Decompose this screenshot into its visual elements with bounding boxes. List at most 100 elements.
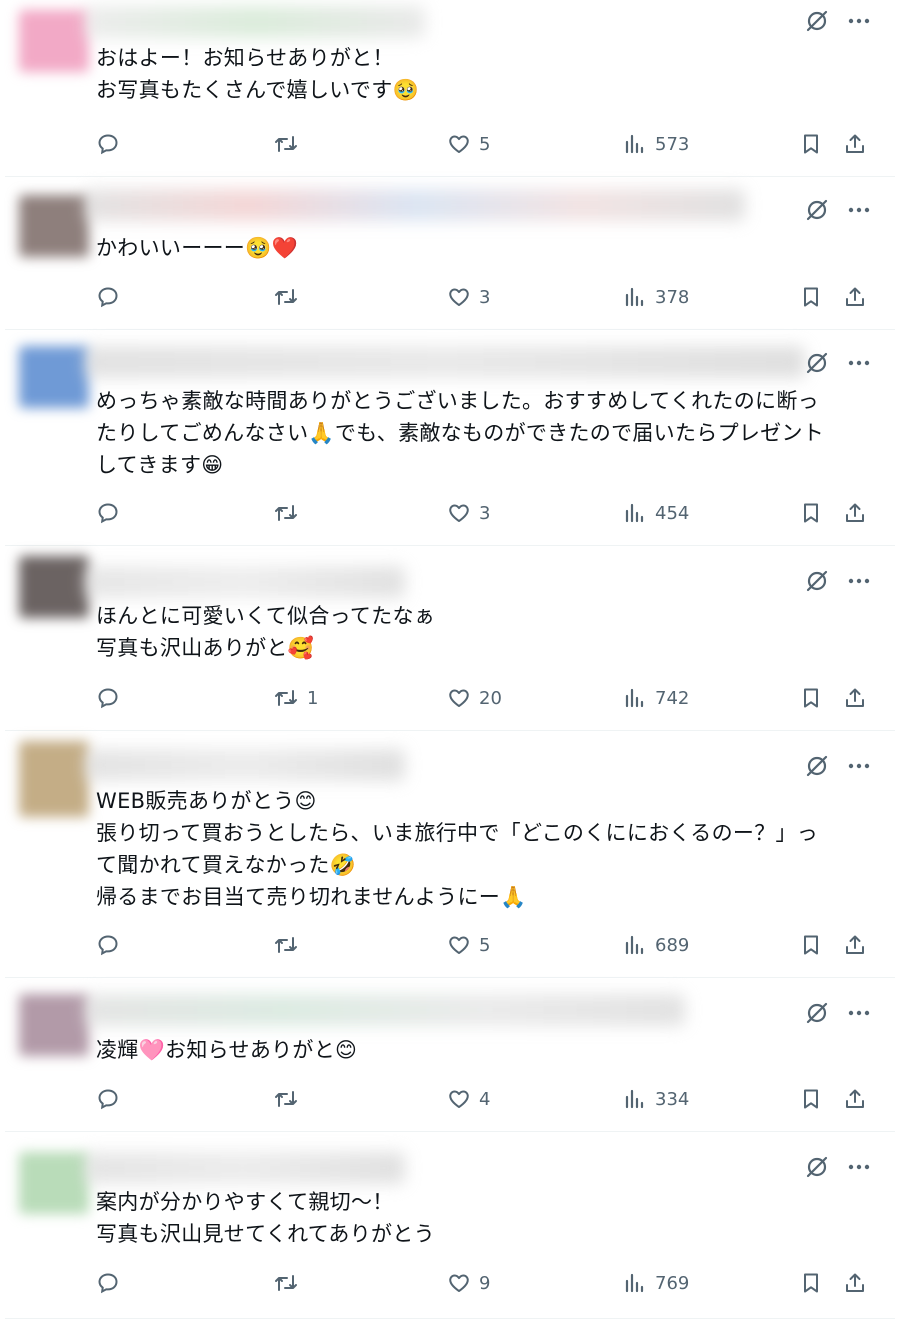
bookmark-button[interactable] bbox=[799, 498, 823, 528]
repost-icon bbox=[275, 1275, 297, 1291]
post-text: WEB販売ありがとう😊 張り切って買おうとしたら、いま旅行中で「どこのくににおく… bbox=[96, 789, 819, 909]
post[interactable]: めっちゃ素敵な時間ありがとうございました。おすすめしてくれたのに断っ たりしてご… bbox=[5, 330, 895, 546]
reply-button[interactable] bbox=[96, 1084, 128, 1114]
post-top-actions bbox=[804, 1000, 870, 1026]
share-button[interactable] bbox=[843, 1084, 867, 1114]
author-name-blurred[interactable] bbox=[85, 346, 805, 378]
share-button[interactable] bbox=[843, 1268, 867, 1298]
author-name-blurred[interactable] bbox=[85, 994, 685, 1026]
heart-icon bbox=[449, 689, 469, 707]
share-button[interactable] bbox=[843, 683, 867, 713]
grok-icon[interactable] bbox=[804, 753, 830, 779]
post[interactable]: おはよー！お知らせありがと！ お写真もたくさんで嬉しいです🥹 5 573 bbox=[5, 0, 895, 177]
repost-icon bbox=[275, 690, 297, 706]
more-icon[interactable] bbox=[848, 578, 870, 584]
bookmark-button[interactable] bbox=[799, 282, 823, 312]
views-button[interactable]: 689 bbox=[623, 930, 689, 960]
share-button[interactable] bbox=[843, 129, 867, 159]
author-name-blurred[interactable] bbox=[85, 566, 405, 598]
reply-feed: おはよー！お知らせありがと！ お写真もたくさんで嬉しいです🥹 5 573 かわい… bbox=[0, 0, 900, 1329]
share-icon bbox=[846, 935, 864, 954]
more-icon[interactable] bbox=[848, 207, 870, 213]
bookmark-button[interactable] bbox=[799, 129, 823, 159]
more-icon[interactable] bbox=[848, 763, 870, 769]
repost-icon bbox=[275, 505, 297, 521]
avatar[interactable] bbox=[19, 741, 89, 817]
post-text: 凌輝🩷お知らせありがと😊 bbox=[96, 1038, 358, 1062]
repost-button[interactable] bbox=[273, 498, 307, 528]
more-icon[interactable] bbox=[848, 1164, 870, 1170]
reply-icon bbox=[98, 1089, 118, 1110]
views-button[interactable]: 454 bbox=[623, 498, 689, 528]
author-name-blurred[interactable] bbox=[85, 189, 745, 221]
bookmark-button[interactable] bbox=[799, 1084, 823, 1114]
reply-button[interactable] bbox=[96, 129, 128, 159]
views-button[interactable]: 742 bbox=[623, 683, 689, 713]
more-icon[interactable] bbox=[848, 360, 870, 366]
author-name-blurred[interactable] bbox=[85, 6, 425, 38]
like-button[interactable]: 5 bbox=[447, 129, 490, 159]
views-button[interactable]: 769 bbox=[623, 1268, 689, 1298]
grok-icon[interactable] bbox=[804, 197, 830, 223]
repost-button[interactable] bbox=[273, 1084, 307, 1114]
views-icon bbox=[625, 1089, 644, 1109]
heart-icon bbox=[449, 288, 469, 306]
avatar[interactable] bbox=[19, 994, 89, 1056]
share-button[interactable] bbox=[843, 498, 867, 528]
grok-icon[interactable] bbox=[804, 568, 830, 594]
more-icon[interactable] bbox=[848, 1010, 870, 1016]
like-button[interactable]: 4 bbox=[447, 1084, 490, 1114]
reply-button[interactable] bbox=[96, 683, 128, 713]
post[interactable]: WEB販売ありがとう😊 張り切って買おうとしたら、いま旅行中で「どこのくににおく… bbox=[5, 731, 895, 978]
post-actions: 5 573 bbox=[5, 129, 895, 159]
repost-button[interactable] bbox=[273, 129, 307, 159]
share-icon bbox=[846, 1089, 864, 1108]
bookmark-button[interactable] bbox=[799, 683, 823, 713]
views-button[interactable]: 378 bbox=[623, 282, 689, 312]
bookmark-button[interactable] bbox=[799, 930, 823, 960]
views-button[interactable]: 573 bbox=[623, 129, 689, 159]
like-button[interactable]: 3 bbox=[447, 282, 490, 312]
reply-button[interactable] bbox=[96, 930, 128, 960]
views-icon bbox=[625, 688, 644, 708]
repost-button[interactable]: 1 bbox=[273, 683, 318, 713]
post-actions: 4 334 bbox=[5, 1084, 895, 1114]
reply-button[interactable] bbox=[96, 498, 128, 528]
share-button[interactable] bbox=[843, 930, 867, 960]
like-count: 20 bbox=[479, 687, 502, 709]
reply-button[interactable] bbox=[96, 1268, 128, 1298]
views-button[interactable]: 334 bbox=[623, 1084, 689, 1114]
avatar[interactable] bbox=[19, 1152, 89, 1214]
grok-icon[interactable] bbox=[804, 1154, 830, 1180]
like-count: 5 bbox=[479, 133, 491, 155]
repost-button[interactable] bbox=[273, 1268, 307, 1298]
reply-button[interactable] bbox=[96, 282, 128, 312]
author-name-blurred[interactable] bbox=[85, 1152, 405, 1184]
views-icon bbox=[625, 134, 644, 154]
like-button[interactable]: 9 bbox=[447, 1268, 490, 1298]
avatar[interactable] bbox=[19, 346, 89, 408]
like-count: 5 bbox=[479, 934, 491, 956]
post[interactable]: 凌輝🩷お知らせありがと😊 4 334 bbox=[5, 978, 895, 1132]
repost-button[interactable] bbox=[273, 282, 307, 312]
avatar[interactable] bbox=[19, 10, 89, 72]
author-name-blurred[interactable] bbox=[85, 749, 405, 781]
repost-button[interactable] bbox=[273, 930, 307, 960]
grok-icon[interactable] bbox=[804, 1000, 830, 1026]
views-count: 689 bbox=[655, 934, 690, 956]
avatar[interactable] bbox=[19, 556, 89, 618]
like-button[interactable]: 20 bbox=[447, 683, 502, 713]
like-button[interactable]: 3 bbox=[447, 498, 490, 528]
post[interactable]: ほんとに可愛いくて似合ってたなぁ 写真も沢山ありがと🥰 1 20 742 bbox=[5, 546, 895, 731]
views-icon bbox=[625, 287, 644, 307]
grok-icon[interactable] bbox=[804, 8, 830, 34]
grok-icon[interactable] bbox=[804, 350, 830, 376]
avatar[interactable] bbox=[19, 195, 89, 257]
bookmark-button[interactable] bbox=[799, 1268, 823, 1298]
post[interactable]: 案内が分かりやすくて親切〜！ 写真も沢山見せてくれてありがとう 9 769 bbox=[5, 1132, 895, 1319]
post[interactable]: かわいいーーー🥹❤️ 3 378 bbox=[5, 177, 895, 330]
views-count: 742 bbox=[655, 687, 690, 709]
more-icon[interactable] bbox=[848, 18, 870, 24]
like-button[interactable]: 5 bbox=[447, 930, 490, 960]
share-button[interactable] bbox=[843, 282, 867, 312]
